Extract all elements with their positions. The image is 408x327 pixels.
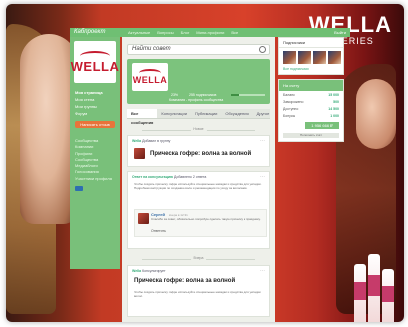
- subscriber-thumbnail[interactable]: [298, 51, 311, 64]
- brand-stat-subscribers[interactable]: 255 подписчиков: [189, 93, 216, 97]
- post-body: Чтобы создать прическу гофре используйте…: [134, 290, 261, 298]
- feed-divider: Новое: [142, 127, 255, 131]
- top-navbar: Кабпроект Актуальные Вопросы Блог Мини-п…: [70, 28, 350, 37]
- nav-all[interactable]: Все: [231, 28, 238, 37]
- search-icon[interactable]: [259, 46, 266, 53]
- subscribers-widget: Подписчики Все подписчики: [278, 37, 344, 75]
- sidebar-brand-logo[interactable]: WELLA: [71, 41, 119, 83]
- brand-info-text: Компания - профиль сообщества: [169, 98, 224, 102]
- tab-discussions[interactable]: Обсуждения: [221, 109, 252, 118]
- nav-questions[interactable]: Вопросы: [157, 28, 173, 37]
- comment-time: вчера в 12:31: [169, 212, 188, 217]
- account-title: На счету: [279, 80, 343, 91]
- exit-link[interactable]: Выйти: [334, 28, 346, 37]
- sidebar-link[interactable]: Участники профиля: [75, 176, 115, 182]
- feed-post: Wella Добавил в группу ⋯ Прическа гофре:…: [127, 135, 270, 167]
- right-sidebar: Подписчики Все подписчики На счету Балан…: [278, 37, 344, 146]
- nav-mini-profiles[interactable]: Мини-профили: [196, 28, 224, 37]
- all-subscribers-link[interactable]: Все подписчики: [279, 67, 343, 74]
- post-meta: Wella Консультирует: [132, 269, 166, 273]
- avatar[interactable]: [138, 213, 149, 224]
- avatar[interactable]: [134, 148, 145, 159]
- social-icon[interactable]: [75, 186, 83, 192]
- subscriber-thumbnail[interactable]: [328, 51, 341, 64]
- account-row: Баланс 15 000: [283, 92, 339, 97]
- subscribers-title: Подписчики: [279, 38, 343, 48]
- subscriber-thumbnail[interactable]: [313, 51, 326, 64]
- reply-button[interactable]: Ответить: [151, 229, 166, 233]
- post-title[interactable]: Прическа гофре: волна за волной: [134, 278, 235, 284]
- tab-publications[interactable]: Публикации: [191, 109, 221, 118]
- feed-post: Wella Консультирует ⋯ Прическа гофре: во…: [127, 265, 270, 317]
- left-sidebar: WELLA Моя страница Моя стена Мои группы …: [70, 37, 120, 269]
- site-logo[interactable]: Кабпроект: [74, 28, 105, 37]
- nav-blog[interactable]: Блог: [181, 28, 190, 37]
- sidebar-item-my-groups[interactable]: Мои группы: [75, 103, 115, 110]
- write-review-button[interactable]: Написать отзыв: [75, 121, 115, 128]
- tab-consultations[interactable]: Консультации: [157, 109, 191, 118]
- sidebar-item-forum[interactable]: Форум: [75, 110, 115, 117]
- brand-profile-card: WELLA 23% 255 подписчиков Компания - про…: [127, 59, 270, 104]
- post-menu-icon[interactable]: ⋯: [260, 138, 265, 144]
- post-meta: Ответ на консультацию Добавлено 2 ответа: [132, 175, 207, 179]
- product-bottles: [354, 234, 404, 322]
- brand-progress-bar: [231, 94, 265, 96]
- post-body: Чтобы создать прическу гофре используйте…: [134, 182, 262, 190]
- feed-tabs: Все сообщения Консультации Публикации Об…: [127, 109, 270, 125]
- comment-text: Спасибо за совет, обязательно попробую с…: [151, 217, 261, 221]
- account-row: Бонусы 1 000: [283, 113, 339, 118]
- account-widget: На счету Баланс 15 000 Заморожено 500 Дост…: [278, 79, 344, 142]
- tab-other[interactable]: Другое: [253, 109, 274, 118]
- search-input[interactable]: Найти совет: [127, 44, 270, 55]
- feed-post: Ответ на консультацию Добавлено 2 ответа…: [127, 171, 270, 249]
- nav-actual[interactable]: Актуальные: [128, 28, 150, 37]
- sidebar-item-my-wall[interactable]: Моя стена: [75, 96, 115, 103]
- account-total: 1 956 666 ₽: [305, 122, 339, 129]
- brand-card-logo: WELLA: [132, 63, 168, 91]
- brand-stat-percent: 23%: [171, 93, 179, 97]
- account-row: Доступно 14 500: [283, 106, 339, 111]
- account-row: Заморожено 500: [283, 99, 339, 104]
- post-menu-icon[interactable]: ⋯: [260, 268, 265, 274]
- feed-divider: Вчера: [142, 256, 255, 260]
- post-menu-icon[interactable]: ⋯: [260, 174, 265, 180]
- post-title[interactable]: Прическа гофре: волна за волной: [150, 151, 251, 157]
- tab-all-messages[interactable]: Все сообщения: [127, 109, 158, 125]
- post-meta: Wella Добавил в группу: [132, 139, 171, 143]
- subscriber-thumbnail[interactable]: [283, 51, 296, 64]
- top-up-button[interactable]: Пополнить счёт: [283, 133, 339, 138]
- main-feed: Найти совет WELLA 23% 255 подписчиков Ко…: [122, 37, 275, 322]
- background-model-right-face: [356, 79, 396, 149]
- sidebar-item-my-page[interactable]: Моя страница: [75, 89, 115, 96]
- comment: Сергей вчера в 12:31 Спасибо за совет, о…: [134, 209, 267, 237]
